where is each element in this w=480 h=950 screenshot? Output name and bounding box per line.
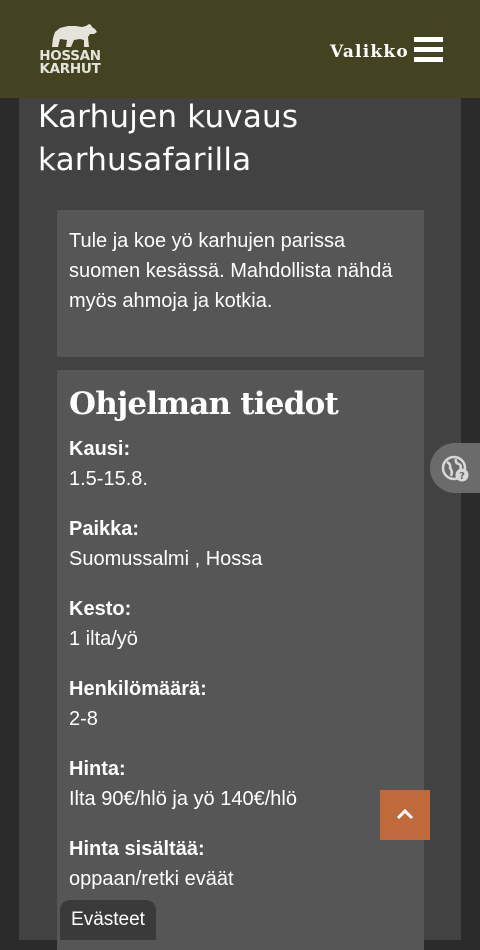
menu-label[interactable]: Valikko [330,42,409,62]
hamburger-bar [414,47,443,52]
field-value: oppaan/retki eväät [69,868,234,890]
field-label: Paikka: [69,518,140,540]
globe-question-icon: ? [441,455,469,482]
hossan-karhut-logo[interactable]: HOSSAN KARHUT [38,18,102,80]
field-price: Hinta: Ilta 90€/hlö ja yö 140€/hlö [69,754,412,814]
svg-text:?: ? [459,471,465,482]
field-value: 1.5-15.8. [69,468,148,490]
field-price-includes: Hinta sisältää: oppaan/retki eväät [69,834,412,894]
chevron-up-icon [396,808,414,820]
field-location: Paikka: Suomussalmi , Hossa [69,514,412,574]
field-label: Kausi: [69,438,131,460]
field-label: Henkilömäärä: [69,678,207,700]
intro-box: Tule ja koe yö karhujen parissa suomen k… [57,210,424,357]
cookies-button[interactable]: Evästeet [60,900,156,940]
bear-icon [52,24,97,47]
site-header: HOSSAN KARHUT Valikko [0,0,480,98]
logo-text-line2: KARHUT [39,61,101,77]
field-season: Kausi: 1.5-15.8. [69,434,412,494]
language-button[interactable]: ? [430,443,480,493]
field-label: Kesto: [69,598,132,620]
field-group-size: Henkilömäärä: 2-8 [69,674,412,734]
page-title: Karhujen kuvaus karhusafarilla [38,99,299,178]
field-label: Hinta sisältää: [69,838,205,860]
program-info-title: Ohjelman tiedot [69,386,339,422]
field-duration: Kesto: 1 ilta/yö [69,594,412,654]
field-value: Suomussalmi , Hossa [69,548,263,570]
field-value: 1 ilta/yö [69,628,138,650]
hamburger-bar [414,37,443,42]
field-value: 2-8 [69,708,98,730]
intro-text: Tule ja koe yö karhujen parissa suomen k… [69,230,393,312]
field-label: Hinta: [69,758,126,780]
hamburger-bar [414,57,443,62]
program-info-box: Ohjelman tiedot Kausi: 1.5-15.8. Paikka:… [57,370,424,950]
scroll-to-top-button[interactable] [380,790,430,840]
hamburger-menu-icon[interactable] [414,37,443,62]
field-value: Ilta 90€/hlö ja yö 140€/hlö [69,788,297,810]
